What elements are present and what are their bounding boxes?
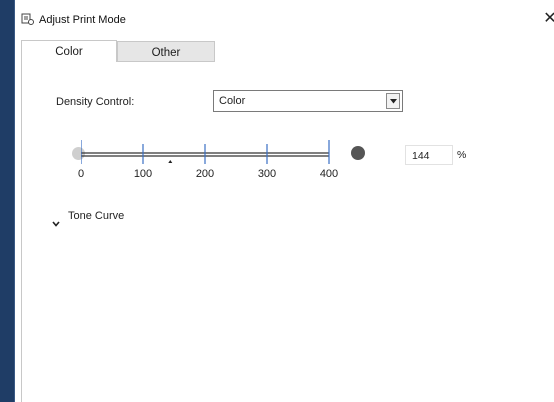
chevron-down-icon bbox=[52, 214, 60, 232]
tick-label: 400 bbox=[319, 168, 339, 180]
density-control-select[interactable]: Color bbox=[213, 90, 403, 112]
adjust-print-mode-dialog: Adjust Print Mode ✕ Color Other Density … bbox=[14, 0, 554, 402]
tab-panel bbox=[21, 62, 554, 402]
tick-label: 100 bbox=[133, 168, 153, 180]
density-control-value: Color bbox=[219, 95, 246, 107]
chevron-down-icon[interactable] bbox=[386, 93, 400, 109]
tick-label: 0 bbox=[77, 168, 85, 180]
tab-color[interactable]: Color bbox=[21, 40, 117, 62]
title-bar: Adjust Print Mode ✕ bbox=[15, 0, 554, 38]
density-unit-label: % bbox=[457, 149, 467, 161]
density-control-label: Density Control: bbox=[56, 96, 135, 108]
dark-density-icon bbox=[351, 146, 365, 160]
density-slider[interactable]: 0 100 200 300 400 bbox=[78, 136, 361, 186]
close-icon[interactable]: ✕ bbox=[541, 10, 554, 28]
tick-label: 300 bbox=[257, 168, 277, 180]
printer-settings-icon bbox=[21, 13, 34, 26]
window-title: Adjust Print Mode bbox=[39, 14, 126, 26]
slider-thumb bbox=[168, 160, 173, 163]
tick-label: 200 bbox=[195, 168, 215, 180]
density-value-input[interactable]: 144 bbox=[405, 145, 453, 165]
tab-other[interactable]: Other bbox=[117, 41, 215, 62]
tone-curve-label: Tone Curve bbox=[68, 210, 125, 222]
